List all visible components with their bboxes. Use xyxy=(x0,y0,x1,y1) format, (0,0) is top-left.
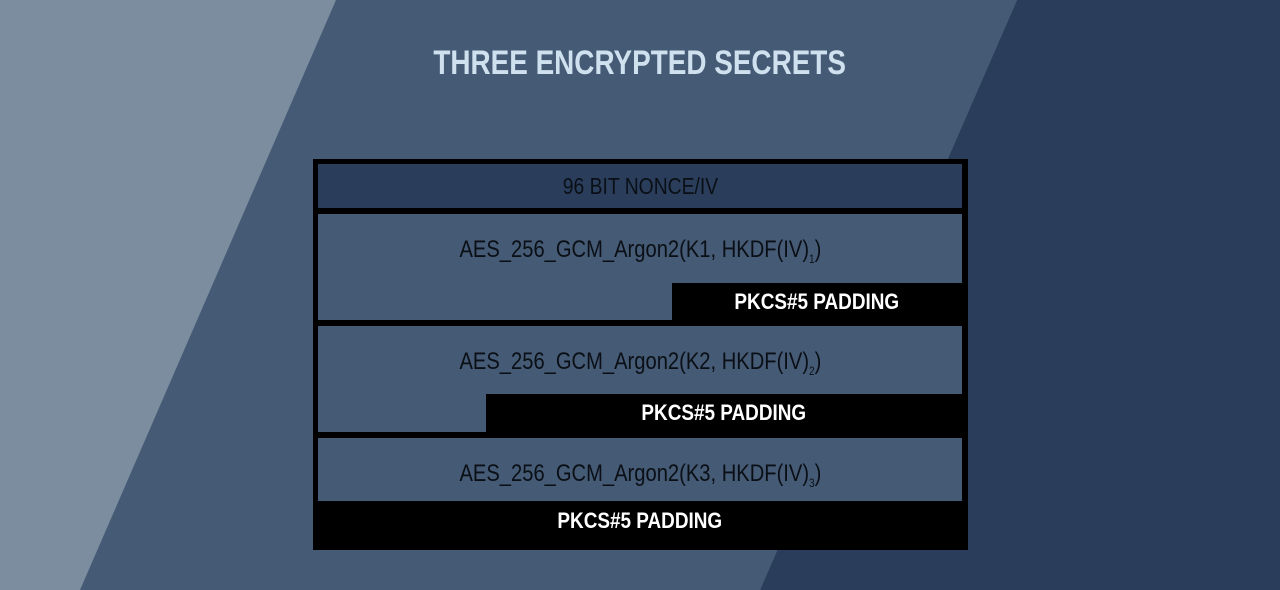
secret-caption-text-2: AES_256_GCM_Argon2(K2, HKDF(IV) xyxy=(459,348,809,375)
secret-caption-1: AES_256_GCM_Argon2(K1, HKDF(IV)1) xyxy=(318,236,962,266)
padding-block-3: PKCS#5 PADDING xyxy=(318,501,962,541)
secret-caption-subscript-2: 2 xyxy=(808,364,815,378)
secret-caption-3: AES_256_GCM_Argon2(K3, HKDF(IV)3) xyxy=(318,460,962,490)
padding-label-1: PKCS#5 PADDING xyxy=(734,288,900,314)
nonce-block: 96 BIT NONCE/IV xyxy=(318,164,962,208)
secret-caption-text-1: AES_256_GCM_Argon2(K1, HKDF(IV) xyxy=(459,236,809,263)
secret-block-3: AES_256_GCM_Argon2(K3, HKDF(IV)3) xyxy=(318,438,962,501)
secret-caption-text-3: AES_256_GCM_Argon2(K3, HKDF(IV) xyxy=(459,460,809,487)
secret-caption-close-3: ) xyxy=(814,460,821,487)
secret-caption-subscript-3: 3 xyxy=(808,476,815,490)
secret-caption-close-1: ) xyxy=(814,236,821,263)
padding-block-2: PKCS#5 PADDING xyxy=(486,394,962,432)
secret-block-1: AES_256_GCM_Argon2(K1, HKDF(IV)1) PKCS#5… xyxy=(318,214,962,320)
secret-caption-2: AES_256_GCM_Argon2(K2, HKDF(IV)2) xyxy=(318,348,962,378)
secret-caption-close-2: ) xyxy=(814,348,821,375)
nonce-label: 96 BIT NONCE/IV xyxy=(562,172,718,199)
padding-block-1: PKCS#5 PADDING xyxy=(672,283,962,320)
secret-block-2: AES_256_GCM_Argon2(K2, HKDF(IV)2) PKCS#5… xyxy=(318,326,962,432)
padding-label-3: PKCS#5 PADDING xyxy=(557,508,723,533)
page-title: THREE ENCRYPTED SECRETS xyxy=(433,44,846,82)
padding-label-2: PKCS#5 PADDING xyxy=(641,400,807,425)
secret-caption-subscript-1: 1 xyxy=(808,252,815,266)
